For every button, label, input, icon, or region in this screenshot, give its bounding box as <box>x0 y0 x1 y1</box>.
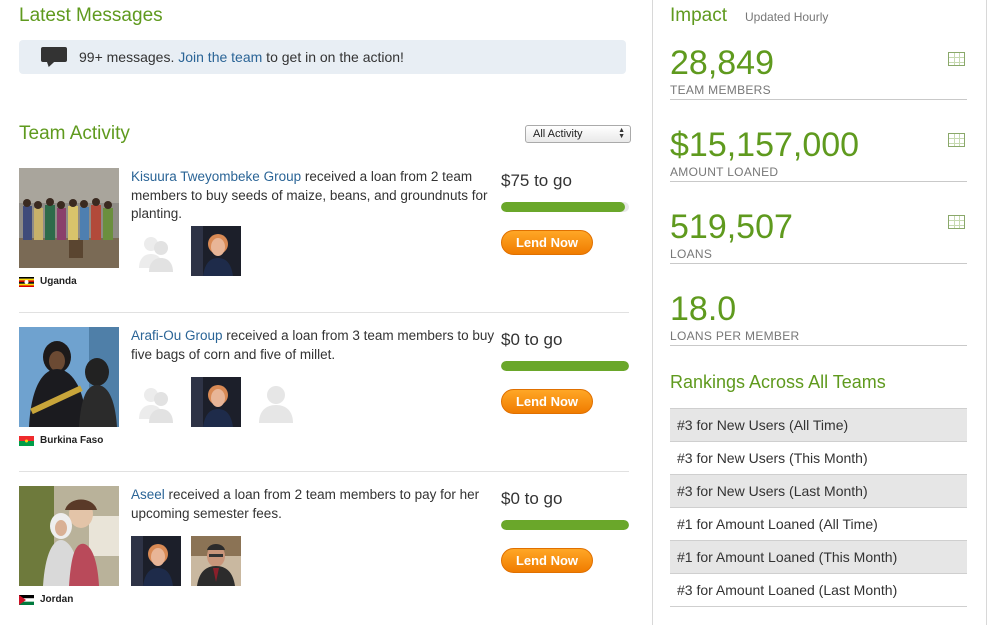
stat-loans: 519,507 LOANS <box>670 209 967 264</box>
lender-avatars <box>131 377 301 427</box>
impact-sidebar: Impact Updated Hourly 28,849 TEAM MEMBER… <box>652 0 989 625</box>
impact-update-note: Updated Hourly <box>745 10 829 24</box>
ranking-item: #3 for Amount Loaned (Last Month) <box>670 574 967 607</box>
borrower-link[interactable]: Aseel <box>131 487 165 502</box>
lender-avatars <box>131 226 241 276</box>
stat-value: $15,157,000 <box>670 126 860 164</box>
activity-description: Arafi-Ou Group received a loan from 3 te… <box>131 328 495 362</box>
chart-icon[interactable] <box>948 133 965 147</box>
messages-banner: 99+ messages. Join the team to get in on… <box>19 40 626 74</box>
activity-item: Uganda Kisuura Tweyombeke Group received… <box>19 168 629 313</box>
chart-icon[interactable] <box>948 52 965 66</box>
amount-to-go: $0 to go <box>501 489 563 508</box>
ranking-item: #1 for Amount Loaned (All Time) <box>670 508 967 541</box>
chat-bubble-icon <box>41 47 67 67</box>
borrower-link[interactable]: Arafi-Ou Group <box>131 328 223 343</box>
lender-avatar[interactable] <box>191 226 241 276</box>
stat-label: TEAM MEMBERS <box>670 83 771 97</box>
stat-label: LOANS <box>670 247 713 261</box>
stat-team-members: 28,849 TEAM MEMBERS <box>670 45 967 100</box>
borrower-country: Uganda <box>19 276 77 287</box>
ranking-item: #3 for New Users (Last Month) <box>670 475 967 508</box>
funding-progress-fill <box>501 361 629 371</box>
borrower-link[interactable]: Kisuura Tweyombeke Group <box>131 169 301 184</box>
anonymous-group-avatar-icon[interactable] <box>131 226 181 276</box>
rankings-list: #3 for New Users (All Time) #3 for New U… <box>670 408 967 607</box>
stat-label: AMOUNT LOANED <box>670 165 779 179</box>
rankings-title: Rankings Across All Teams <box>670 372 886 392</box>
impact-title: Impact <box>670 5 728 26</box>
join-team-link[interactable]: Join the team <box>178 49 262 65</box>
stat-value: 28,849 <box>670 44 774 82</box>
borrower-photo[interactable] <box>19 486 119 586</box>
activity-description: Aseel received a loan from 2 team member… <box>131 487 480 521</box>
ranking-item: #3 for New Users (This Month) <box>670 442 967 475</box>
lend-now-button[interactable]: Lend Now <box>501 230 593 255</box>
jordan-flag-icon <box>19 594 34 605</box>
funding-progress-bar <box>501 361 629 371</box>
ranking-item: #3 for New Users (All Time) <box>670 409 967 442</box>
activity-item: Jordan Aseel received a loan from 2 team… <box>19 486 629 625</box>
ranking-item: #1 for Amount Loaned (This Month) <box>670 541 967 574</box>
stat-label: LOANS PER MEMBER <box>670 329 800 343</box>
borrower-photo[interactable] <box>19 168 119 268</box>
burkina-faso-flag-icon <box>19 435 34 446</box>
funding-progress-bar <box>501 520 629 530</box>
messages-text: 99+ messages. Join the team to get in on… <box>79 49 404 65</box>
stat-loans-per-member: 18.0 LOANS PER MEMBER <box>670 291 967 346</box>
amount-to-go: $75 to go <box>501 171 572 190</box>
lend-now-button[interactable]: Lend Now <box>501 389 593 414</box>
funding-progress-bar <box>501 202 629 212</box>
anonymous-user-avatar-icon[interactable] <box>251 377 301 427</box>
lender-avatar[interactable] <box>191 536 241 586</box>
activity-description: Kisuura Tweyombeke Group received a loan… <box>131 169 488 221</box>
select-arrows-icon: ▲ ▼ <box>618 127 625 140</box>
funding-progress-fill <box>501 202 626 212</box>
stat-value: 18.0 <box>670 290 737 328</box>
lend-now-button[interactable]: Lend Now <box>501 548 593 573</box>
stat-amount-loaned: $15,157,000 AMOUNT LOANED <box>670 127 967 182</box>
activity-filter-select[interactable]: All Activity ▲ ▼ <box>525 125 631 143</box>
funding-progress-fill <box>501 520 629 530</box>
amount-to-go: $0 to go <box>501 330 563 349</box>
uganda-flag-icon <box>19 276 34 287</box>
borrower-photo[interactable] <box>19 327 119 427</box>
anonymous-group-avatar-icon[interactable] <box>131 377 181 427</box>
stat-value: 519,507 <box>670 208 793 246</box>
lender-avatar[interactable] <box>191 377 241 427</box>
lender-avatars <box>131 536 241 586</box>
borrower-country: Jordan <box>19 594 73 605</box>
team-activity-title: Team Activity <box>19 123 130 144</box>
borrower-country: Burkina Faso <box>19 435 103 446</box>
chart-icon[interactable] <box>948 215 965 229</box>
activity-item: Burkina Faso Arafi-Ou Group received a l… <box>19 327 629 472</box>
page-edge-divider <box>986 0 987 625</box>
lender-avatar[interactable] <box>131 536 181 586</box>
latest-messages-title: Latest Messages <box>19 5 163 26</box>
